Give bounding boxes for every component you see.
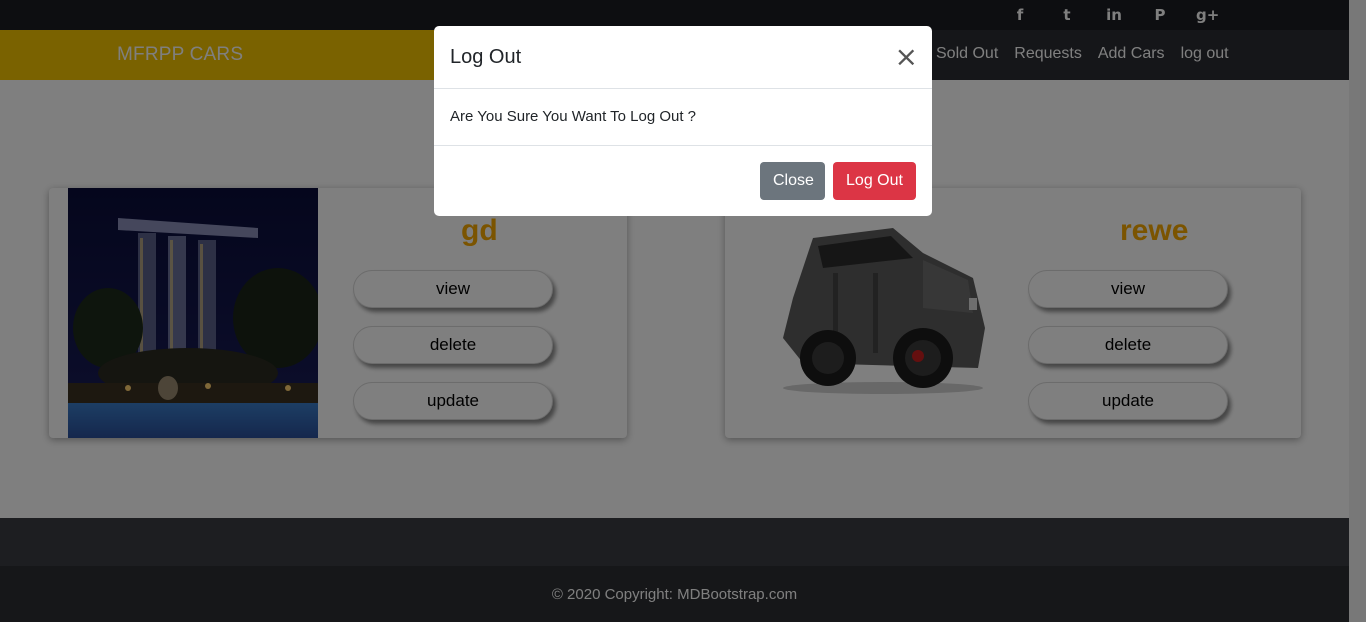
close-icon[interactable]: × [895, 43, 918, 71]
modal-footer: Close Log Out [434, 145, 932, 216]
modal-header: Log Out × [434, 26, 932, 89]
modal-title: Log Out [450, 46, 522, 68]
modal-body-text: Are You Sure You Want To Log Out ? [450, 108, 697, 125]
confirm-logout-button[interactable]: Log Out [833, 162, 916, 200]
close-button[interactable]: Close [760, 162, 825, 200]
logout-modal: Log Out × Are You Sure You Want To Log O… [434, 26, 932, 216]
